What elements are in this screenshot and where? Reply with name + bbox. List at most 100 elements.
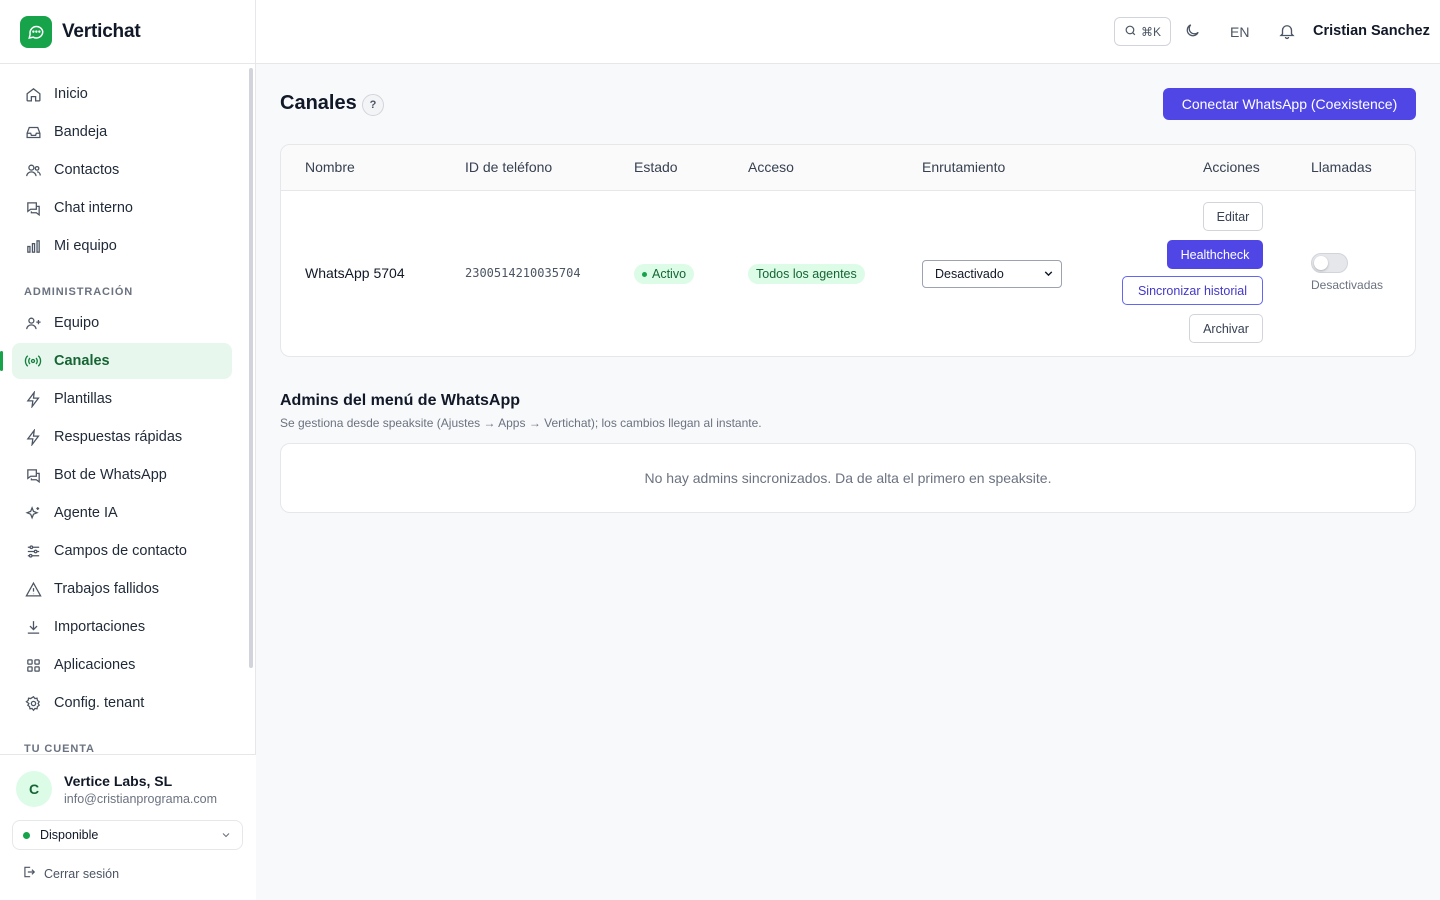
notifications-button[interactable] [1278,22,1296,45]
sidebar-item-label: Trabajos fallidos [54,581,160,597]
phone-id: 2300514210035704 [465,266,581,280]
calls-status-label: Desactivadas [1311,278,1384,292]
download-icon [24,618,42,636]
section-label-admin: ADMINISTRACIÓN [24,286,134,298]
gear-icon [24,694,42,712]
sidebar-item-label: Importaciones [54,619,146,635]
chat-icon [24,199,42,217]
edit-button[interactable]: Editar [1203,202,1263,231]
sidebar-item-plantillas[interactable]: Plantillas [12,381,232,417]
bolt-icon [24,390,42,408]
brand[interactable]: Vertichat [0,0,255,64]
sidebar-item-mi-equipo[interactable]: Mi equipo [12,228,232,264]
admins-section-title: Admins del menú de WhatsApp [280,392,521,409]
chat-icon [24,466,42,484]
connect-whatsapp-button[interactable]: Conectar WhatsApp (Coexistence) [1163,88,1416,120]
active-indicator [0,351,3,371]
admins-section-subtitle: Se gestiona desde speaksite (Ajustes → A… [280,416,762,430]
calls-toggle[interactable] [1311,253,1348,273]
grid-icon [24,656,42,674]
sidebar-item-trabajos-fallidos[interactable]: Trabajos fallidos [12,571,232,607]
sidebar-item-inicio[interactable]: Inicio [12,76,232,112]
moon-icon [1184,24,1201,43]
sidebar-item-label: Canales [54,353,110,369]
sidebar-item-label: Equipo [54,315,100,331]
bar-chart-icon [24,237,42,255]
search-icon [1124,24,1137,40]
help-icon[interactable]: ? [362,94,384,116]
routing-value: Desactivado [935,267,1004,281]
access-badge: Todos los agentes [748,264,865,284]
warning-icon [24,580,42,598]
table-header: Nombre ID de teléfono Estado Acceso Enru… [281,145,1415,191]
status-label: Activo [652,267,687,281]
sidebar-item-canales[interactable]: Canales [0,343,232,379]
channel-name: WhatsApp 5704 [305,265,405,281]
search-button[interactable]: ⌘K [1114,17,1171,46]
sidebar-item-config-tenant[interactable]: Config. tenant [12,685,232,721]
sidebar-account: C Vertice Labs, SL info@cristianprograma… [0,754,256,900]
chevron-down-icon [220,829,232,844]
sidebar-item-importaciones[interactable]: Importaciones [12,609,232,645]
sidebar-item-equipo[interactable]: Equipo [12,305,232,341]
routing-select[interactable]: Desactivado [922,260,1062,288]
org-email: info@cristianprograma.com [64,792,218,806]
sidebar-item-label: Bot de WhatsApp [54,467,167,483]
sidebar-item-label: Respuestas rápidas [54,429,183,445]
sidebar-item-label: Agente IA [54,505,118,521]
sidebar-item-agente-ia[interactable]: Agente IA [12,495,232,531]
sidebar-item-contactos[interactable]: Contactos [12,152,232,188]
column-header-access: Acceso [748,159,794,175]
bolt-icon [24,428,42,446]
toggle-knob [1314,256,1328,270]
sidebar-item-campos-contacto[interactable]: Campos de contacto [12,533,232,569]
sidebar: Vertichat Inicio Bandeja Contactos Chat … [0,0,256,900]
user-menu[interactable]: Cristian Sanchez [1313,23,1430,39]
sidebar-item-label: Config. tenant [54,695,145,711]
sidebar-item-label: Aplicaciones [54,657,136,673]
inbox-icon [24,123,42,141]
sidebar-item-label: Plantillas [54,391,113,407]
home-icon [24,85,42,103]
sidebar-item-label: Mi equipo [54,238,117,254]
users-icon [24,161,42,179]
sidebar-item-bot-whatsapp[interactable]: Bot de WhatsApp [12,457,232,493]
sliders-icon [24,542,42,560]
sidebar-item-aplicaciones[interactable]: Aplicaciones [12,647,232,683]
status-dot-icon [23,831,30,839]
column-header-name: Nombre [305,159,355,175]
radio-icon [24,352,42,370]
archive-button[interactable]: Archivar [1189,314,1263,343]
sync-history-button[interactable]: Sincronizar historial [1122,276,1263,305]
column-header-status: Estado [634,159,678,175]
status-badge: Activo [634,264,695,284]
sidebar-item-label: Chat interno [54,200,133,216]
sidebar-item-chat-interno[interactable]: Chat interno [12,190,232,226]
theme-toggle-button[interactable] [1184,22,1201,44]
logout-button[interactable]: Cerrar sesión [22,865,119,882]
column-header-calls: Llamadas [1311,159,1372,175]
logout-label: Cerrar sesión [44,866,120,881]
bell-icon [1278,25,1296,44]
sidebar-scrollbar[interactable] [249,68,253,668]
language-button[interactable]: EN [1230,24,1249,40]
sidebar-item-bandeja[interactable]: Bandeja [12,114,232,150]
sparkles-icon [24,504,42,522]
app-name: Vertichat [62,20,141,42]
chevron-down-icon [1042,267,1055,283]
healthcheck-button[interactable]: Healthcheck [1167,240,1263,269]
search-shortcut: ⌘K [1140,24,1161,39]
chat-logo-icon [20,15,52,48]
page-title: Canales [280,92,357,114]
section-label-account: TU CUENTA [24,743,95,754]
availability-select[interactable]: Disponible [12,820,243,850]
status-dot-icon [642,271,647,277]
channels-table: Nombre ID de teléfono Estado Acceso Enru… [280,144,1416,357]
sidebar-item-label: Bandeja [54,124,108,140]
availability-value: Disponible [40,828,99,842]
logout-icon [22,865,36,882]
topbar: ⌘K EN Cristian Sanchez [256,0,1440,64]
sidebar-item-respuestas-rapidas[interactable]: Respuestas rápidas [12,419,232,455]
avatar[interactable]: C [16,771,52,807]
column-header-phone-id: ID de teléfono [465,159,553,175]
